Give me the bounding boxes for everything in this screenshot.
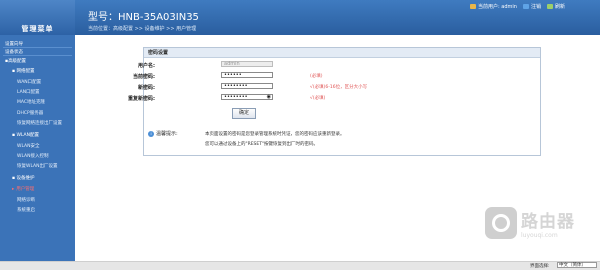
- password-panel: 密码设置: [143, 47, 541, 156]
- ok-button[interactable]: 确定: [232, 108, 256, 119]
- username-field: admin: [221, 61, 273, 67]
- current-password-hint: (必填): [310, 74, 323, 79]
- confirm-password-hint: √(必填): [310, 96, 326, 101]
- tip-heading: i 温馨提示:: [148, 130, 178, 137]
- sidebar-item-dhcp[interactable]: DHCP服务器: [17, 110, 43, 116]
- refresh-button[interactable]: 刷新: [546, 3, 565, 10]
- sidebar-item-network-diagnosis[interactable]: 网络诊断: [17, 197, 35, 203]
- current-user: 当前用户: admin: [470, 3, 517, 10]
- language-value: 中文（简体）: [559, 263, 586, 268]
- sidebar-item-label: 设备维护: [16, 176, 35, 181]
- logout-label: 注销: [530, 4, 541, 10]
- sidebar-item-label: 用户管理: [16, 187, 35, 192]
- tip-label: 温馨提示:: [156, 131, 178, 137]
- divider: [3, 47, 72, 48]
- divider: [3, 55, 72, 56]
- language-label: 界面选择:: [530, 264, 550, 269]
- sidebar-item-system-reboot[interactable]: 系统重启: [17, 207, 35, 213]
- language-select[interactable]: 中文（简体）: [557, 262, 597, 268]
- current-password-label: 当前密码:: [133, 74, 155, 80]
- top-toolbar: 当前用户: admin 注销 刷新: [470, 3, 565, 10]
- menu-title: 管理菜单: [21, 25, 54, 33]
- current-password-field[interactable]: ••••••: [221, 72, 273, 78]
- tip-line-2: 您可以通过设备上的"RESET"按键恢复到出厂时的密码。: [205, 142, 319, 147]
- sidebar-item-wan[interactable]: WAN口配置: [17, 79, 41, 85]
- sidebar: 设置向导 设备状态 ▪高级配置 ▪ 网络配置 WAN口配置 LAN口配置 MAC…: [0, 35, 75, 261]
- logout-button[interactable]: 注销: [522, 3, 541, 10]
- new-password-field[interactable]: ••••••••: [221, 83, 273, 89]
- sidebar-item-mac-clone[interactable]: MAC地址克隆: [17, 99, 45, 105]
- username-label: 用户名:: [138, 63, 155, 69]
- sidebar-item-advanced-config[interactable]: ▪高级配置: [5, 58, 26, 64]
- refresh-label: 刷新: [554, 4, 565, 10]
- confirm-password-label: 重复新密码:: [127, 96, 155, 102]
- tip-line-1: 本页面设置的密码是您登录管理系统时凭证，您的密码应该重新登录。: [205, 132, 345, 137]
- confirm-password-value: ••••••••: [224, 94, 248, 100]
- panel-title: 密码设置: [144, 48, 540, 58]
- sidebar-header: 管理菜单: [0, 0, 75, 35]
- info-icon: i: [148, 130, 154, 137]
- model-label: 型号：HNB-35A03IN35: [88, 12, 199, 23]
- sidebar-item-label: 高级配置: [8, 59, 27, 64]
- sidebar-item-wlan-reset[interactable]: 恢复WLAN出厂设置: [17, 163, 58, 169]
- breadcrumb: 当前位置：高级配置 >> 设备维护 >> 用户管理: [88, 26, 197, 32]
- watermark: 路由器 luyouqi.com: [485, 207, 575, 239]
- confirm-password-field[interactable]: •••••••• ◉: [221, 94, 273, 100]
- sidebar-item-wlan-access[interactable]: WLAN接入控制: [17, 153, 49, 159]
- sidebar-item-network-config[interactable]: ▪ 网络配置: [12, 68, 34, 74]
- sidebar-item-label: 网络配置: [16, 69, 35, 74]
- sidebar-item-lan[interactable]: LAN口配置: [17, 89, 40, 95]
- sidebar-item-network-reset[interactable]: 恢复网络连接出厂设置: [17, 120, 62, 126]
- arrow-right-icon: ▸: [12, 187, 15, 192]
- sidebar-item-wlan-security[interactable]: WLAN安全: [17, 143, 40, 149]
- sidebar-item-label: WLAN配置: [16, 133, 39, 138]
- watermark-brand: 路由器: [521, 212, 575, 232]
- new-password-hint: √(必填)6-16位，区分大小写: [310, 85, 368, 90]
- sidebar-item-user-management[interactable]: ▸ 用户管理: [12, 186, 34, 192]
- eye-icon[interactable]: ◉: [267, 95, 271, 100]
- watermark-url: luyouqi.com: [521, 232, 558, 239]
- new-password-label: 新密码:: [138, 85, 155, 91]
- watermark-logo-icon: [485, 207, 517, 239]
- sidebar-item-device-maintenance[interactable]: ▪ 设备维护: [12, 175, 34, 181]
- current-user-label: 当前用户: admin: [478, 4, 517, 10]
- user-icon: [470, 4, 476, 9]
- sidebar-item-wlan-config[interactable]: ▪ WLAN配置: [12, 132, 39, 138]
- logout-icon: [522, 4, 529, 9]
- refresh-icon: [546, 4, 553, 9]
